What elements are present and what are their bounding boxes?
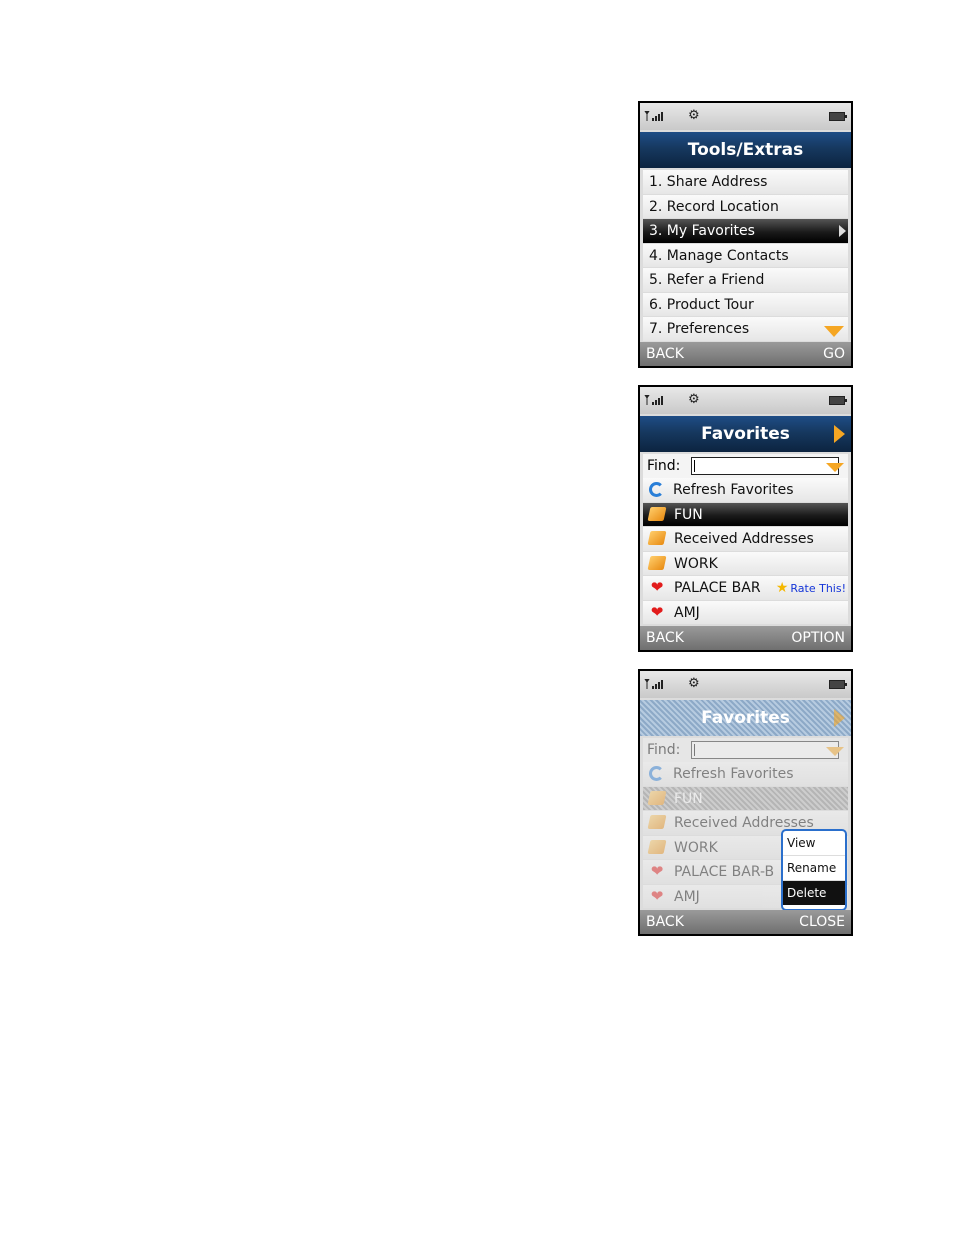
folder-icon	[647, 531, 667, 545]
folder-icon	[647, 555, 667, 570]
gear-icon: ⚙	[688, 676, 700, 691]
options-popup-menu: View Rename Delete	[781, 829, 847, 911]
list-item-fun[interactable]: FUN	[643, 502, 848, 526]
heart-icon: ❤	[650, 602, 664, 621]
tools-extras-screen: ⚙ Tools/Extras 1. Share Address 2. Recor…	[638, 101, 853, 368]
folder-icon	[647, 506, 667, 521]
list-item-label: Received Addresses	[674, 531, 814, 547]
menu-item-my-favorites[interactable]: 3. My Favorites	[643, 219, 848, 243]
menu-list: 1. Share Address 2. Record Location 3. M…	[643, 170, 848, 342]
menu-item-label: 7. Preferences	[649, 321, 750, 337]
list-item-refresh-favorites[interactable]: Refresh Favorites	[643, 478, 848, 502]
list-item-label: PALACE BAR-B	[674, 864, 775, 880]
gear-icon: ⚙	[688, 392, 700, 407]
title-text: Tools/Extras	[687, 140, 804, 160]
popup-item-rename[interactable]: Rename	[783, 856, 845, 881]
favorites-options-screen: ⚙ Favorites Find: Refresh Favorites FUN …	[638, 669, 853, 936]
softkey-bar: BACK CLOSE	[640, 910, 851, 934]
list-item-refresh-favorites: Refresh Favorites	[643, 762, 848, 786]
arrow-right-icon[interactable]	[834, 425, 845, 443]
heart-icon: ❤	[650, 578, 664, 596]
list-item-label: WORK	[674, 555, 718, 572]
folder-icon	[647, 790, 667, 805]
battery-icon	[829, 680, 847, 689]
list-item-work[interactable]: WORK	[643, 551, 848, 575]
list-item-label: Refresh Favorites	[673, 482, 794, 498]
menu-item-product-tour[interactable]: 6. Product Tour	[643, 292, 848, 316]
popup-item-view[interactable]: View	[783, 831, 845, 856]
title-text: Favorites	[701, 708, 790, 728]
find-row: Find:	[643, 738, 848, 762]
folder-icon	[647, 839, 667, 854]
status-bar: ⚙	[640, 671, 851, 698]
menu-item-label: 4. Manage Contacts	[649, 247, 789, 264]
popup-item-delete[interactable]: Delete	[783, 881, 845, 905]
list-item-amj[interactable]: ❤ AMJ	[643, 600, 848, 624]
menu-item-label: 1. Share Address	[649, 174, 768, 190]
menu-item-manage-contacts[interactable]: 4. Manage Contacts	[643, 243, 848, 267]
list-item-label: WORK	[674, 839, 718, 856]
menu-item-refer-a-friend[interactable]: 5. Refer a Friend	[643, 268, 848, 292]
favorites-list: Find: Refresh Favorites FUN Received Add…	[643, 454, 848, 625]
signal-bars-icon	[644, 395, 663, 405]
menu-item-record-location[interactable]: 2. Record Location	[643, 194, 848, 218]
back-softkey[interactable]: BACK	[646, 626, 684, 650]
page-title: Tools/Extras	[640, 132, 851, 168]
softkey-bar: BACK GO	[640, 342, 851, 366]
list-item-received-addresses[interactable]: Received Addresses	[643, 527, 848, 551]
list-item-label: FUN	[674, 506, 703, 523]
list-item-label: FUN	[674, 790, 703, 807]
heart-icon: ❤	[650, 886, 664, 905]
list-item-fun: FUN	[643, 786, 848, 810]
menu-item-label: 5. Refer a Friend	[649, 272, 765, 288]
menu-item-label: 3. My Favorites	[649, 223, 755, 239]
refresh-icon	[649, 481, 664, 497]
option-softkey[interactable]: OPTION	[791, 626, 845, 650]
go-softkey[interactable]: GO	[823, 342, 845, 366]
battery-icon	[829, 112, 847, 121]
text-caret	[694, 460, 695, 472]
list-item-label: PALACE BAR	[674, 580, 761, 596]
menu-item-label: 6. Product Tour	[649, 296, 754, 313]
dropdown-arrow-icon[interactable]	[826, 463, 844, 472]
menu-item-share-address[interactable]: 1. Share Address	[643, 170, 848, 194]
rate-this-link[interactable]: ★ Rate This!	[776, 576, 846, 601]
text-caret	[694, 744, 695, 756]
menu-item-preferences[interactable]: 7. Preferences	[643, 317, 848, 341]
list-item-label: AMJ	[674, 888, 700, 905]
gear-icon: ⚙	[688, 108, 700, 123]
menu-item-label: 2. Record Location	[649, 198, 779, 215]
softkey-bar: BACK OPTION	[640, 626, 851, 650]
find-label: Find:	[647, 458, 681, 474]
find-input[interactable]	[691, 457, 839, 475]
signal-bars-icon	[644, 679, 663, 689]
scroll-down-icon[interactable]	[824, 326, 844, 337]
back-softkey[interactable]: BACK	[646, 342, 684, 366]
status-bar: ⚙	[640, 103, 851, 130]
find-row: Find:	[643, 454, 848, 478]
status-bar: ⚙	[640, 387, 851, 414]
heart-icon: ❤	[650, 862, 664, 880]
list-item-label: Refresh Favorites	[673, 766, 794, 782]
find-label: Find:	[647, 742, 681, 758]
list-item-palace-bar[interactable]: ❤ PALACE BAR ★ Rate This!	[643, 576, 848, 600]
rate-this-label: Rate This!	[790, 582, 846, 595]
title-text: Favorites	[701, 424, 790, 444]
battery-icon	[829, 396, 847, 405]
page-title: Favorites	[640, 700, 851, 736]
folder-icon	[647, 815, 667, 829]
favorites-screen: ⚙ Favorites Find: Refresh Favorites FUN …	[638, 385, 853, 652]
star-icon: ★	[775, 580, 789, 596]
chevron-right-icon	[839, 225, 846, 237]
page-title: Favorites	[640, 416, 851, 452]
close-softkey[interactable]: CLOSE	[799, 910, 845, 934]
refresh-icon	[649, 765, 664, 781]
dropdown-arrow-icon	[826, 747, 844, 756]
back-softkey[interactable]: BACK	[646, 910, 684, 934]
arrow-right-icon	[834, 709, 845, 727]
find-input	[691, 741, 839, 759]
list-item-label: AMJ	[674, 604, 700, 621]
signal-bars-icon	[644, 111, 663, 121]
